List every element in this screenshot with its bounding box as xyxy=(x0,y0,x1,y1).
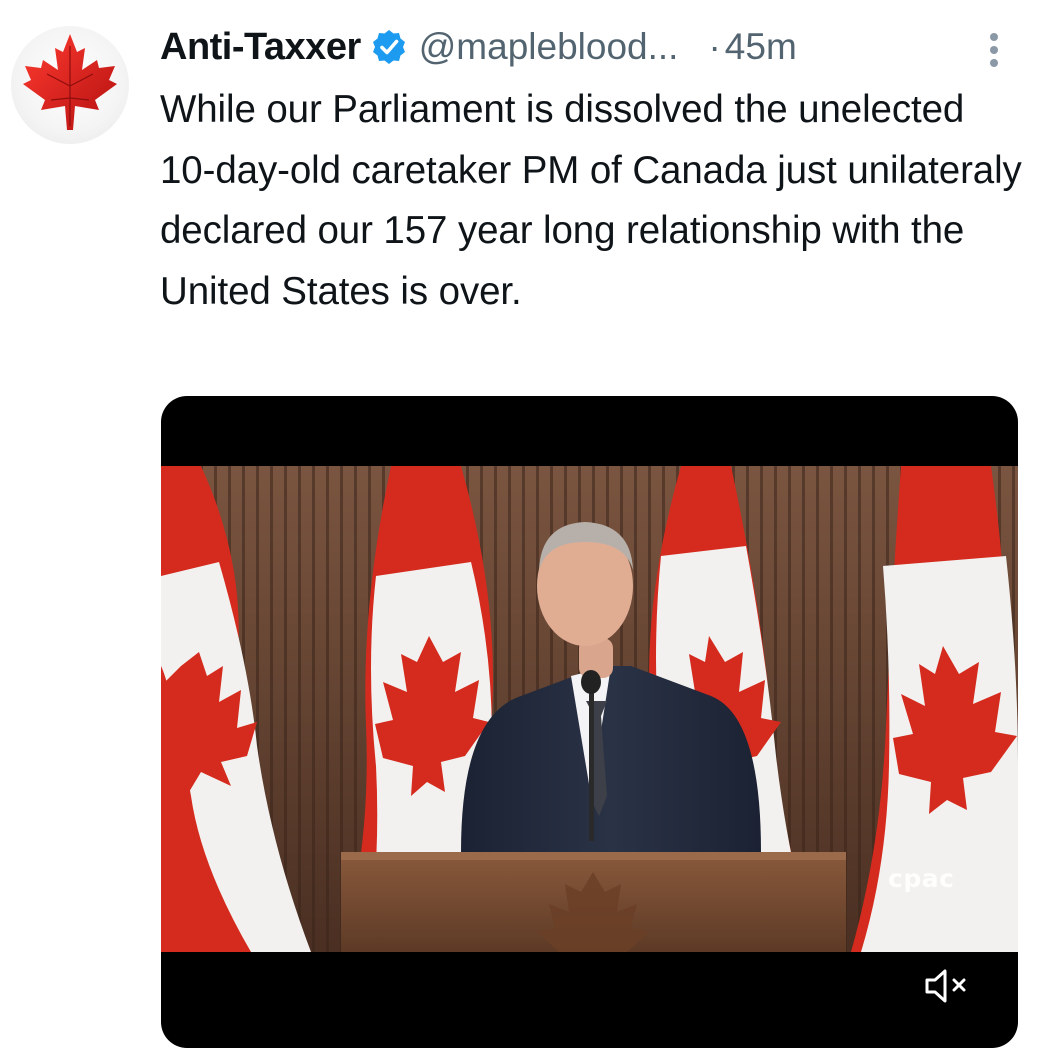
tweet-text: While our Parliament is dissolved the un… xyxy=(160,88,1022,313)
video-player[interactable]: cpac xyxy=(161,396,1018,1048)
more-options-icon[interactable] xyxy=(982,30,1006,70)
avatar[interactable] xyxy=(11,26,129,144)
maple-leaf-icon xyxy=(23,34,117,130)
channel-watermark: cpac xyxy=(888,864,955,893)
tweet-header: Anti-Taxxer @mapleblood... · 45m xyxy=(160,22,1010,72)
podium xyxy=(341,852,846,952)
timestamp[interactable]: 45m xyxy=(725,26,797,68)
separator-dot: · xyxy=(708,26,721,67)
display-name[interactable]: Anti-Taxxer xyxy=(160,26,361,69)
verified-badge-icon xyxy=(371,29,407,65)
speaker-muted-icon[interactable] xyxy=(921,966,977,1006)
author-handle[interactable]: @mapleblood... xyxy=(419,26,679,68)
tweet[interactable]: Anti-Taxxer @mapleblood... · 45m While o… xyxy=(0,0,1053,1055)
